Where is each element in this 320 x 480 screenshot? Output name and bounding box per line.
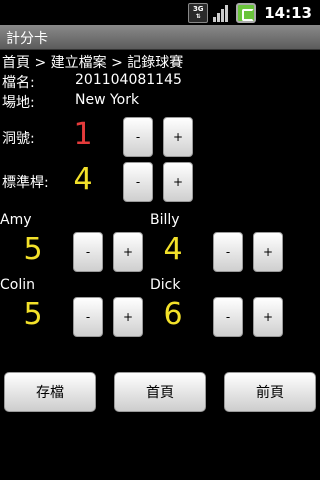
hole-minus-button[interactable]: - bbox=[123, 117, 153, 157]
player-minus-button[interactable]: - bbox=[73, 232, 103, 272]
title-bar: 計分卡 bbox=[0, 25, 320, 50]
player-plus-button[interactable]: + bbox=[113, 297, 143, 337]
player-score: 5 bbox=[23, 232, 43, 267]
signal-strength-icon bbox=[212, 3, 232, 23]
par-value: 4 bbox=[73, 162, 93, 197]
previous-page-button[interactable]: 前頁 bbox=[224, 372, 316, 412]
home-button[interactable]: 首頁 bbox=[114, 372, 206, 412]
breadcrumb: 首頁 > 建立檔案 > 記錄球賽 bbox=[2, 55, 184, 71]
network-type-label: 3G bbox=[192, 4, 204, 13]
player-name: Dick bbox=[150, 277, 181, 293]
player-plus-button[interactable]: + bbox=[113, 232, 143, 272]
player-score: 6 bbox=[163, 297, 183, 332]
file-name-value: 201104081145 bbox=[75, 72, 182, 88]
player-minus-button[interactable]: - bbox=[213, 232, 243, 272]
hole-plus-button[interactable]: + bbox=[163, 117, 193, 157]
3g-network-icon: 3G ⇅ bbox=[188, 2, 209, 23]
player-minus-button[interactable]: - bbox=[73, 297, 103, 337]
player-score: 4 bbox=[163, 232, 183, 267]
par-plus-button[interactable]: + bbox=[163, 162, 193, 202]
venue-label: 場地: bbox=[2, 95, 35, 111]
app-title: 計分卡 bbox=[6, 31, 48, 47]
hole-label: 洞號: bbox=[2, 131, 35, 147]
player-name: Amy bbox=[0, 212, 32, 228]
venue-value: New York bbox=[75, 92, 140, 108]
save-button[interactable]: 存檔 bbox=[4, 372, 96, 412]
battery-charging-icon bbox=[236, 2, 257, 23]
player-name: Billy bbox=[150, 212, 180, 228]
par-label: 標準桿: bbox=[2, 175, 49, 191]
par-minus-button[interactable]: - bbox=[123, 162, 153, 202]
player-plus-button[interactable]: + bbox=[253, 232, 283, 272]
player-name: Colin bbox=[0, 277, 35, 293]
status-bar: 3G ⇅ 14:13 bbox=[0, 0, 320, 25]
file-name-label: 檔名: bbox=[2, 75, 35, 91]
hole-number: 1 bbox=[73, 117, 93, 152]
status-icons: 3G ⇅ 14:13 bbox=[188, 2, 312, 23]
player-minus-button[interactable]: - bbox=[213, 297, 243, 337]
player-plus-button[interactable]: + bbox=[253, 297, 283, 337]
status-time: 14:13 bbox=[264, 3, 312, 22]
player-score: 5 bbox=[23, 297, 43, 332]
